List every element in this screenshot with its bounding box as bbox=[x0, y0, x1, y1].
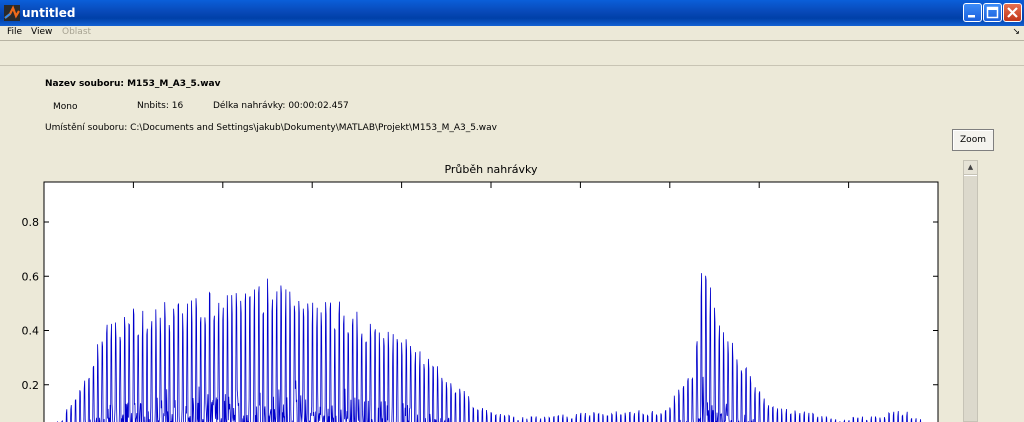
y-tick-label: 0.2 bbox=[22, 379, 40, 392]
y-tick-label: 0.4 bbox=[22, 325, 40, 338]
y-tick-label: 0.8 bbox=[22, 216, 40, 229]
waveform-chart: 0.2 0.4 0.6 0.8 bbox=[22, 181, 939, 422]
y-tick-label: 0.6 bbox=[22, 270, 40, 283]
y-axis-labels: 0.2 0.4 0.6 0.8 bbox=[22, 216, 40, 392]
